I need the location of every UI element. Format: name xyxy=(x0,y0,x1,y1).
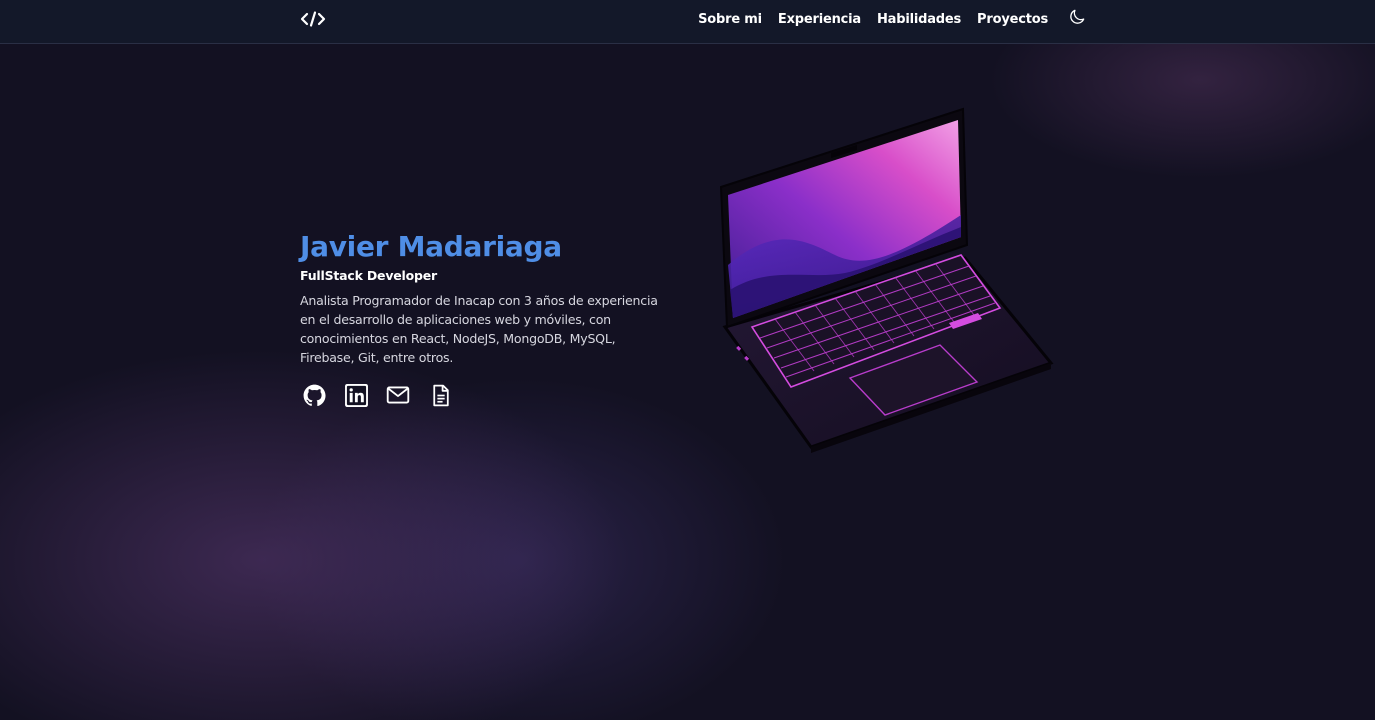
hero-role: FullStack Developer xyxy=(300,268,438,283)
linkedin-icon[interactable] xyxy=(342,381,370,409)
navbar: Sobre mi Experiencia Habilidades Proyect… xyxy=(0,0,1375,44)
nav-link-proyectos[interactable]: Proyectos xyxy=(977,12,1048,27)
hero-name: Javier Madariaga xyxy=(300,230,562,263)
hero-bio: Analista Programador de Inacap con 3 año… xyxy=(300,293,658,365)
nav-link-experiencia[interactable]: Experiencia xyxy=(778,12,861,27)
github-icon[interactable] xyxy=(300,381,328,409)
document-icon[interactable] xyxy=(426,381,454,409)
hero-intro: Javier Madariaga FullStack Developer Ana… xyxy=(300,228,660,409)
social-links xyxy=(300,381,660,409)
mail-icon[interactable] xyxy=(384,381,412,409)
code-logo-icon[interactable] xyxy=(300,9,326,29)
nav-link-sobre-mi[interactable]: Sobre mi xyxy=(698,12,762,27)
moon-icon[interactable] xyxy=(1067,7,1087,27)
page: Sobre mi Experiencia Habilidades Proyect… xyxy=(0,0,1375,720)
laptop-illustration xyxy=(719,107,1054,453)
nav-links: Sobre mi Experiencia Habilidades Proyect… xyxy=(698,12,1048,27)
nav-link-habilidades[interactable]: Habilidades xyxy=(877,12,961,27)
